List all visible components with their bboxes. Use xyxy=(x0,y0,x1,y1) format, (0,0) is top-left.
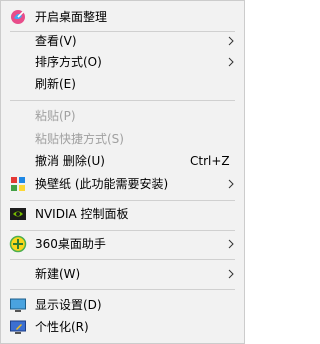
menu-item-paste: 粘贴(P) xyxy=(1,104,244,128)
menu-item-undo-delete[interactable]: 撤消 删除(U) Ctrl+Z xyxy=(1,149,244,173)
chevron-right-icon xyxy=(228,57,234,67)
chevron-right-icon xyxy=(228,269,234,279)
personalize-icon xyxy=(10,320,26,334)
menu-item-display-settings[interactable]: 显示设置(D) xyxy=(1,293,244,317)
menu-item-sort-by[interactable]: 排序方式(O) xyxy=(1,50,244,74)
desktop-context-menu: 开启桌面整理 查看(V) 排序方式(O) 刷新(E) 粘贴(P) 粘贴快捷方式(… xyxy=(0,0,245,344)
menu-item-nvidia-control-panel[interactable]: NVIDIA 控制面板 xyxy=(1,202,244,226)
menu-separator xyxy=(10,259,235,260)
nvidia-icon xyxy=(10,208,26,220)
desktop-assistant-360-icon xyxy=(9,235,27,253)
menu-item-label: 粘贴快捷方式(S) xyxy=(35,132,124,146)
menu-item-label: 开启桌面整理 xyxy=(35,10,108,24)
menu-item-label: 撤消 删除(U) xyxy=(35,154,105,168)
menu-item-label: 360桌面助手 xyxy=(35,237,106,251)
menu-item-label: NVIDIA 控制面板 xyxy=(35,207,129,221)
menu-separator xyxy=(10,289,235,290)
chevron-right-icon xyxy=(228,179,234,189)
menu-item-change-wallpaper[interactable]: 换壁纸 (此功能需要安装) xyxy=(1,172,244,196)
menu-item-label: 个性化(R) xyxy=(35,320,89,334)
menu-separator xyxy=(10,230,235,231)
menu-item-label: 显示设置(D) xyxy=(35,298,102,312)
chevron-right-icon xyxy=(228,36,234,46)
chevron-right-icon xyxy=(228,239,234,249)
desktop-organize-icon xyxy=(11,10,25,24)
menu-item-shortcut: Ctrl+Z xyxy=(190,154,230,168)
menu-item-personalize[interactable]: 个性化(R) xyxy=(1,315,244,339)
menu-item-label: 换壁纸 (此功能需要安装) xyxy=(35,177,169,191)
menu-item-label: 新建(W) xyxy=(35,267,81,281)
menu-item-label: 粘贴(P) xyxy=(35,109,76,123)
menu-item-360-desktop-assistant[interactable]: 360桌面助手 xyxy=(1,232,244,256)
menu-item-label: 刷新(E) xyxy=(35,77,76,91)
menu-item-label: 排序方式(O) xyxy=(35,55,102,69)
menu-item-refresh[interactable]: 刷新(E) xyxy=(1,72,244,96)
menu-separator xyxy=(10,100,235,101)
menu-separator xyxy=(10,200,235,201)
menu-item-paste-shortcut: 粘贴快捷方式(S) xyxy=(1,127,244,151)
menu-item-new[interactable]: 新建(W) xyxy=(1,262,244,286)
display-settings-icon xyxy=(10,298,26,312)
menu-item-desktop-organize[interactable]: 开启桌面整理 xyxy=(1,5,244,29)
wallpaper-icon xyxy=(11,177,25,191)
